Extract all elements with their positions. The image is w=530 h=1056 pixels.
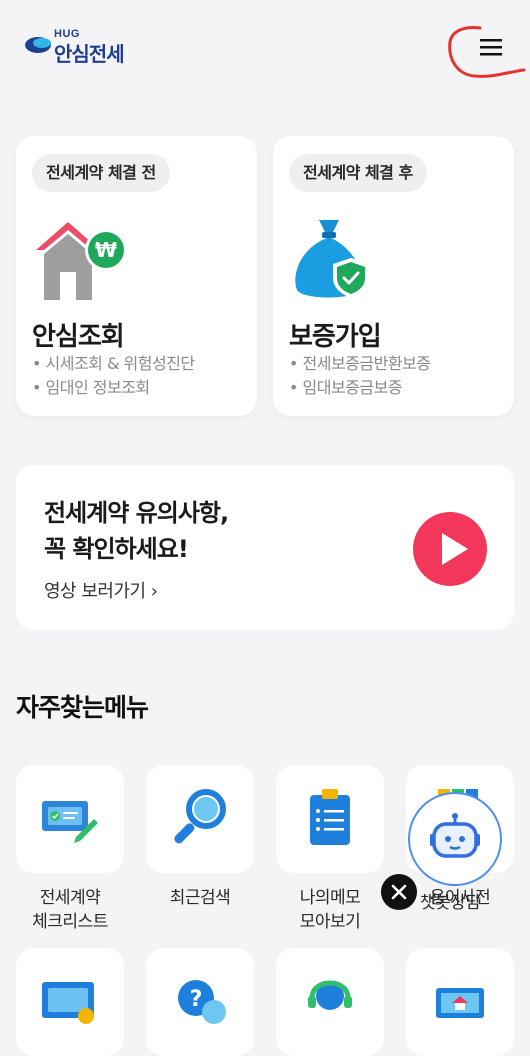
banner-title: 전세계약 유의사항, 꼭 확인하세요! [44, 495, 229, 567]
video-banner[interactable]: 전세계약 유의사항, 꼭 확인하세요! 영상 보러가기 › [16, 465, 514, 630]
safe-inquiry-card[interactable]: 전세계약 체결 전 ₩ 안심조회 • 시세조회 & 위험성진단 • 임대인 정보… [16, 136, 257, 416]
checklist-icon [42, 801, 98, 843]
menu-tile-online[interactable] [406, 948, 514, 1056]
svg-text:?: ? [190, 987, 203, 1012]
menu-tile-my-memo[interactable] [276, 765, 384, 873]
bullet-item: • 임대인 정보조회 [32, 378, 150, 397]
bullet-item: • 시세조회 & 위험성진단 [32, 354, 195, 373]
headset-agent-icon [308, 980, 352, 1010]
card-title-safe-inquiry: 안심조회 [32, 322, 125, 352]
guarantee-card[interactable]: 전세계약 체결 후 보증가입 • 전세보증금반환보증 • 임대보증금보증 [273, 136, 514, 416]
card-bullets-safe-inquiry: • 시세조회 & 위험성진단 • 임대인 정보조회 [32, 352, 195, 400]
banner-title-line1: 전세계약 유의사항, [44, 499, 229, 527]
menu-tile-counsel[interactable] [276, 948, 384, 1056]
menu-label-line: 모아보기 [299, 912, 361, 932]
card-chip-before: 전세계약 체결 전 [32, 154, 170, 192]
menu-tile-faq[interactable]: ? [146, 948, 254, 1056]
banner-title-line2: 꼭 확인하세요! [44, 535, 189, 563]
card-chip-after: 전세계약 체결 후 [289, 154, 427, 192]
card-title-guarantee: 보증가입 [289, 322, 382, 352]
frequent-menu-title: 자주찾는메뉴 [16, 693, 149, 722]
watch-video-link[interactable]: 영상 보러가기 › [44, 577, 158, 603]
menu-label-line: 최근검색 [169, 888, 231, 908]
menu-label-my-memo: 나의메모 모아보기 [265, 886, 395, 934]
magnifier-icon [174, 789, 226, 844]
svg-text:₩: ₩ [95, 238, 117, 262]
close-icon [391, 884, 407, 900]
bullet-item: • 임대보증금보증 [289, 378, 403, 397]
app-logo[interactable]: HUG 안심전세 [24, 28, 134, 66]
chatbot-button[interactable] [408, 792, 502, 886]
menu-label-line: 나의메모 [299, 888, 361, 908]
menu-label-line: 체크리스트 [32, 912, 108, 932]
clipboard-icon [310, 789, 350, 845]
menu-label-line: 전세계약 [39, 888, 101, 908]
menu-tile-checklist[interactable] [16, 765, 124, 873]
robot-icon [430, 813, 480, 858]
question-bubble-icon: ? [178, 980, 226, 1024]
chatbot-close-button[interactable] [381, 874, 417, 910]
hamburger-icon [448, 26, 526, 78]
play-icon[interactable] [412, 511, 488, 587]
menu-tile-certificate[interactable] [16, 948, 124, 1056]
house-won-icon: ₩ [36, 222, 127, 300]
menu-button[interactable] [444, 22, 528, 80]
menu-label-checklist: 전세계약 체크리스트 [5, 886, 135, 934]
money-bag-shield-icon [295, 220, 369, 298]
menu-tile-recent-search[interactable] [146, 765, 254, 873]
bullet-item: • 전세보증금반환보증 [289, 354, 431, 373]
menu-label-recent-search: 최근검색 [135, 886, 265, 910]
chatbot-label: 챗봇상담 [420, 893, 481, 913]
certificate-icon [42, 982, 94, 1024]
logo-mark-icon [25, 37, 51, 53]
card-bullets-guarantee: • 전세보증금반환보증 • 임대보증금보증 [289, 352, 431, 400]
logo-title: 안심전세 [54, 42, 125, 66]
laptop-home-icon [436, 988, 484, 1018]
